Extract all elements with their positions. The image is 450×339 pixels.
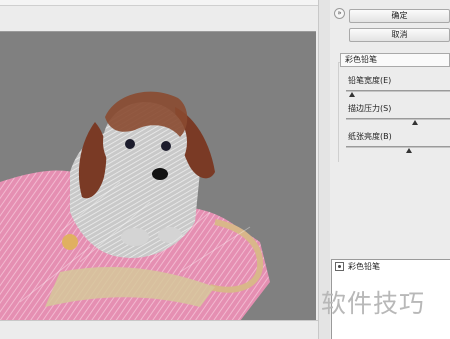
- stroke-pressure-thumb[interactable]: [412, 120, 418, 125]
- dog-paw-right: [158, 227, 182, 243]
- pencil-width-slider[interactable]: [346, 90, 450, 92]
- cancel-button[interactable]: 取消: [349, 28, 450, 42]
- pencil-width-label: 铅笔宽度(E): [348, 76, 392, 85]
- preview-image: [0, 91, 270, 320]
- dog-paw-left: [121, 228, 149, 246]
- filter-select[interactable]: 彩色铅笔: [340, 53, 450, 67]
- effect-layer-label: 彩色铅笔: [348, 261, 380, 271]
- dog-eye-left: [125, 139, 135, 149]
- effect-layer-item[interactable]: 彩色铅笔: [331, 260, 450, 272]
- dog-nose: [152, 168, 168, 180]
- stroke-pressure-label: 描边压力(S): [348, 104, 392, 113]
- preview-bottom-bar: [0, 320, 318, 339]
- paper-brightness-label: 纸张亮度(B): [348, 132, 392, 141]
- paper-brightness-slider[interactable]: [346, 146, 450, 148]
- double-chevron-icon[interactable]: »: [334, 8, 345, 19]
- paper-brightness-thumb[interactable]: [406, 148, 412, 153]
- bag-tag: [62, 234, 78, 250]
- pencil-width-thumb[interactable]: [349, 92, 355, 97]
- preview-canvas[interactable]: [0, 31, 316, 320]
- dog-eye-right: [161, 141, 171, 151]
- eye-icon[interactable]: [335, 261, 344, 271]
- preview-panel: [0, 0, 318, 339]
- preview-top-strip: [0, 0, 318, 6]
- ok-button[interactable]: 确定: [349, 9, 450, 23]
- watermark-text: 软件技巧: [321, 289, 426, 318]
- stroke-pressure-slider[interactable]: [346, 118, 450, 120]
